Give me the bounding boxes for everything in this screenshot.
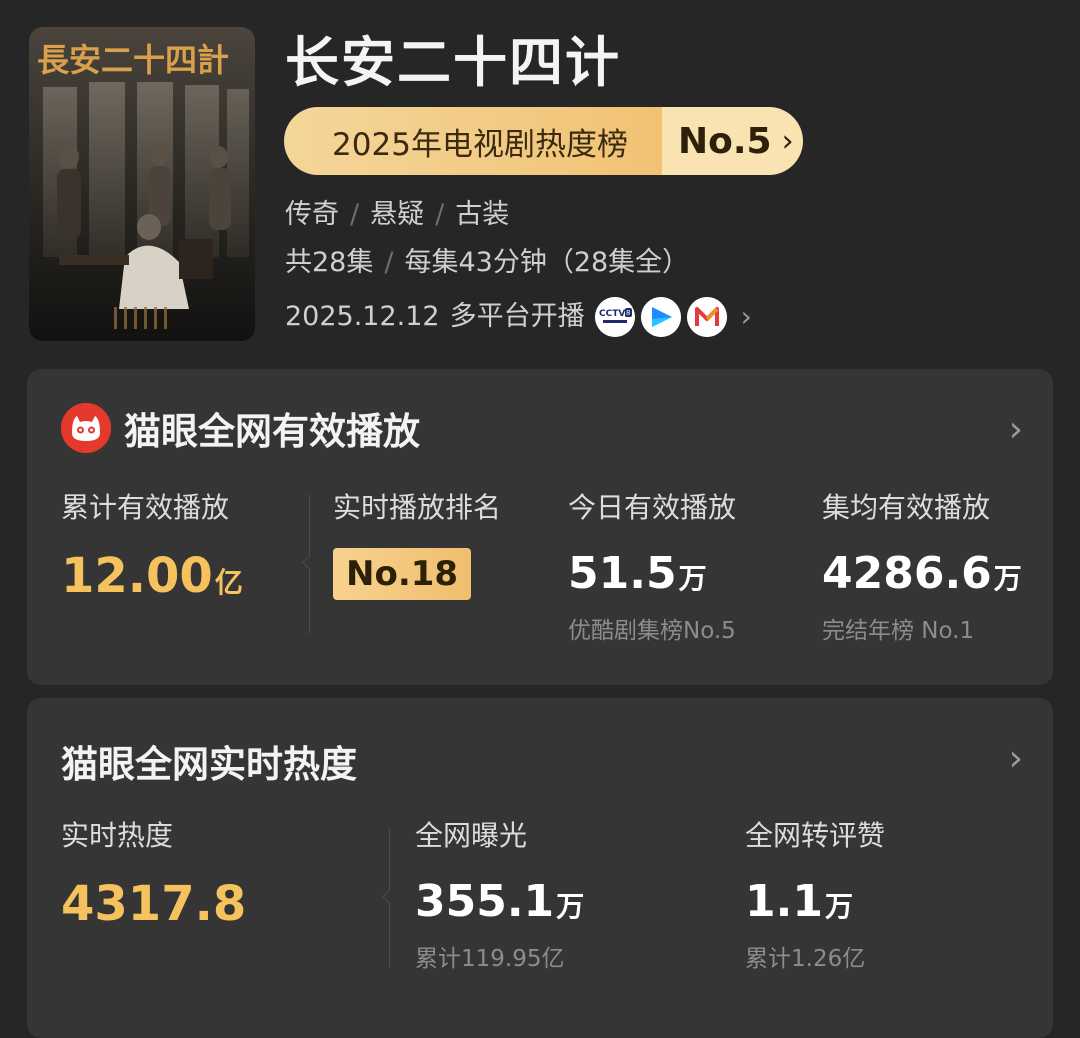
playback-card-header[interactable]: 猫眼全网有效播放 [61,401,420,455]
stat-today-plays: 今日有效播放 51.5万 优酷剧集榜No.5 [568,486,736,645]
episode-duration: 每集43分钟（28集全） [404,247,690,278]
stat-value: 355.1万 [415,876,584,927]
stat-sub: 优酷剧集榜No.5 [568,618,736,644]
poster-title-art: 長安二十四計 [37,41,229,79]
stat-label: 今日有效播放 [568,491,737,524]
stat-number: 51.5 [568,548,677,599]
stat-value: 4286.6万 [822,548,1022,599]
stat-unit: 万 [824,890,853,923]
stat-number: 1.1 [745,876,823,927]
stat-sub: 完结年榜 No.1 [822,618,975,644]
stat-label: 全网转评赞 [745,819,886,852]
stat-engagement: 全网转评赞 1.1万 累计1.26亿 [745,814,885,973]
poster-artwork: 長安二十四計 [29,27,255,341]
rank-pill-label: 2025年电视剧热度榜 [284,107,662,175]
genre-tag[interactable]: 古装 [455,199,509,230]
chevron-right-icon[interactable]: › [741,299,752,335]
cctv8-icon[interactable]: CCTV 8 [594,297,635,337]
stat-value: 4317.8 [61,876,246,932]
show-poster[interactable]: 長安二十四計 [29,27,255,341]
stat-label: 实时热度 [61,819,174,852]
divider [389,828,390,968]
stat-label: 集均有效播放 [822,491,991,524]
stat-total-plays: 累计有效播放 12.00亿 [61,486,243,604]
stat-unit: 万 [678,562,707,595]
stat-number: 355.1 [415,876,555,927]
genre-tag[interactable]: 传奇 [285,199,339,230]
rank-pill-value: No.5 › [662,107,803,175]
stat-value: 51.5万 [568,548,736,599]
youku-icon[interactable] [640,297,681,337]
stat-avg-plays: 集均有效播放 4286.6万 完结年榜 No.1 [822,486,1022,645]
episode-count: 共28集 [285,247,374,278]
rank-value: No.5 [678,120,772,162]
genre-tag[interactable]: 悬疑 [370,199,424,230]
svg-text:8: 8 [626,309,630,317]
rank-pill[interactable]: 2025年电视剧热度榜 No.5 › [284,107,803,175]
stat-realtime-heat: 实时热度 4317.8 [61,814,246,932]
stat-label: 实时播放排名 [333,491,502,524]
release-info[interactable]: 2025.12.12 多平台开播 CCTV 8 › [285,297,752,337]
stat-sub: 累计1.26亿 [745,946,866,972]
maoyan-cat-icon [61,403,111,453]
stat-unit: 万 [993,562,1022,595]
stat-label: 全网曝光 [415,819,528,852]
chevron-right-icon: › [781,123,794,159]
separator: / [350,199,360,230]
stat-value: 1.1万 [745,876,885,927]
rank-badge: No.18 [333,548,472,600]
page-title: 长安二十四计 [285,31,621,94]
stat-number: 4286.6 [822,548,992,599]
stat-unit: 亿 [214,566,243,599]
playback-card: 猫眼全网有效播放 › 累计有效播放 12.00亿 实时播放排名 No.18 今日… [27,369,1053,685]
heat-card-header[interactable]: 猫眼全网实时热度 [61,734,357,788]
stat-label: 累计有效播放 [61,491,230,524]
release-text: 多平台开播 [449,301,585,332]
chevron-right-icon[interactable]: › [1009,409,1023,450]
stat-exposure: 全网曝光 355.1万 累计119.95亿 [415,814,584,973]
stat-number: 12.00 [61,548,213,604]
separator: / [435,199,445,230]
heat-card-title: 猫眼全网实时热度 [61,743,357,786]
stat-unit: 万 [556,890,585,923]
genre-list: 传奇 / 悬疑 / 古装 [285,197,509,233]
svg-text:CCTV: CCTV [599,309,625,319]
mgtv-icon[interactable] [686,297,727,337]
separator: / [384,247,394,278]
divider [309,494,310,634]
chevron-right-icon[interactable]: › [1009,738,1023,779]
stat-value: 12.00亿 [61,548,243,604]
stat-number: 4317.8 [61,876,247,932]
playback-card-title: 猫眼全网有效播放 [124,410,420,453]
episode-info: 共28集 / 每集43分钟（28集全） [285,245,689,281]
heat-card: 猫眼全网实时热度 › 实时热度 4317.8 全网曝光 355.1万 累计119… [27,698,1053,1038]
stat-realtime-rank: 实时播放排名 No.18 [333,486,501,600]
stat-sub: 累计119.95亿 [415,946,565,972]
release-date: 2025.12.12 [285,301,440,332]
